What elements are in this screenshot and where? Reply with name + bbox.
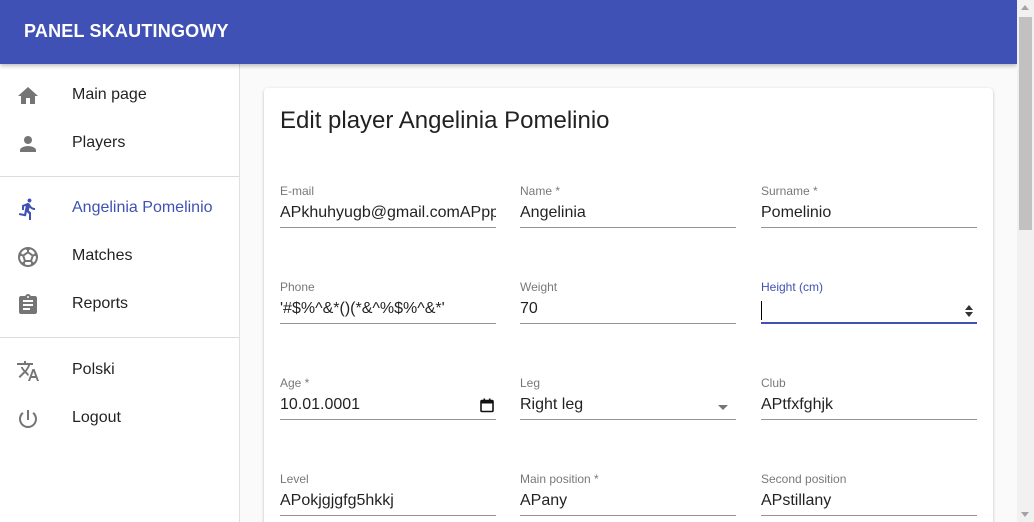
stepper-down-icon[interactable] bbox=[965, 312, 973, 317]
height-field[interactable]: Height (cm) bbox=[761, 280, 977, 328]
sidebar-item-label: Logout bbox=[72, 409, 121, 426]
surname-input[interactable]: Pomelinio bbox=[761, 204, 977, 226]
app-title: PANEL SKAUTINGOWY bbox=[24, 21, 229, 41]
email-field[interactable]: E-mail APkhuhyugb@gmail.comAPpp bbox=[280, 184, 496, 232]
translate-icon bbox=[16, 359, 40, 383]
field-underline bbox=[761, 515, 977, 516]
field-underline bbox=[520, 323, 736, 324]
email-input[interactable]: APkhuhyugb@gmail.comAPpp bbox=[280, 204, 496, 226]
club-label: Club bbox=[761, 376, 786, 390]
field-underline bbox=[520, 227, 736, 228]
page-scrollbar[interactable] bbox=[1017, 0, 1034, 522]
age-input[interactable]: 10.01.0001 bbox=[280, 396, 496, 418]
field-underline bbox=[520, 419, 736, 420]
sidebar-item-reports[interactable]: Reports bbox=[0, 281, 239, 329]
phone-field[interactable]: Phone '#$%^&*()(*&^%$%^&*' bbox=[280, 280, 496, 328]
second-position-label: Second position bbox=[761, 472, 847, 486]
level-input[interactable]: APokjgjgfg5hkkj bbox=[280, 492, 496, 514]
age-field[interactable]: Age * 10.01.0001 bbox=[280, 376, 496, 424]
field-underline bbox=[761, 419, 977, 420]
edit-player-card: Edit player Angelinia Pomelinio E-mail A… bbox=[264, 88, 993, 522]
chevron-down-icon[interactable] bbox=[718, 405, 728, 410]
sidebar: Main page Players Angelinia Pomelinio Ma… bbox=[0, 64, 240, 522]
name-field[interactable]: Name * Angelinia bbox=[520, 184, 736, 232]
height-label: Height (cm) bbox=[761, 280, 824, 294]
app-bar: PANEL SKAUTINGOWY bbox=[0, 0, 1017, 64]
soccer-ball-icon bbox=[16, 245, 40, 269]
sidebar-item-label: Reports bbox=[72, 295, 129, 312]
sidebar-divider bbox=[0, 337, 239, 338]
leg-select[interactable]: Leg Right leg bbox=[520, 376, 736, 424]
field-underline bbox=[520, 515, 736, 516]
sidebar-item-label: Angelinia Pomelinio bbox=[72, 199, 213, 216]
phone-input[interactable]: '#$%^&*()(*&^%$%^&*' bbox=[280, 300, 496, 322]
surname-label: Surname * bbox=[761, 184, 818, 198]
sidebar-item-label: Players bbox=[72, 134, 126, 151]
field-underline bbox=[761, 322, 977, 324]
weight-label: Weight bbox=[520, 280, 558, 294]
main-position-input[interactable]: APany bbox=[520, 492, 736, 514]
sidebar-item-label: Main page bbox=[72, 86, 147, 103]
second-position-input[interactable]: APstillany bbox=[761, 492, 977, 514]
leg-selected-value[interactable]: Right leg bbox=[520, 396, 736, 418]
home-icon bbox=[16, 84, 40, 108]
weight-input[interactable]: 70 bbox=[520, 300, 736, 322]
sidebar-item-label: Polski bbox=[72, 361, 115, 378]
scroll-down-icon[interactable] bbox=[1021, 512, 1029, 517]
sidebar-item-current-player[interactable]: Angelinia Pomelinio bbox=[0, 185, 239, 233]
name-input[interactable]: Angelinia bbox=[520, 204, 736, 226]
main-position-label: Main position * bbox=[520, 472, 599, 486]
surname-field[interactable]: Surname * Pomelinio bbox=[761, 184, 977, 232]
sidebar-divider bbox=[0, 176, 239, 177]
power-icon bbox=[16, 407, 40, 431]
running-person-icon bbox=[16, 197, 40, 221]
calendar-icon[interactable] bbox=[480, 398, 494, 413]
scroll-up-icon[interactable] bbox=[1021, 5, 1029, 10]
field-underline bbox=[280, 227, 496, 228]
sidebar-item-label: Matches bbox=[72, 247, 133, 264]
person-icon bbox=[16, 132, 40, 156]
number-stepper[interactable] bbox=[963, 303, 975, 319]
leg-label: Leg bbox=[520, 376, 541, 390]
club-input[interactable]: APtfxfghjk bbox=[761, 396, 977, 418]
club-field[interactable]: Club APtfxfghjk bbox=[761, 376, 977, 424]
text-caret bbox=[761, 301, 762, 320]
page-title: Edit player Angelinia Pomelinio bbox=[280, 107, 610, 134]
field-underline bbox=[280, 419, 496, 420]
age-label: Age * bbox=[280, 376, 310, 390]
name-label: Name * bbox=[520, 184, 561, 198]
sidebar-item-language[interactable]: Polski bbox=[0, 347, 239, 395]
sidebar-item-logout[interactable]: Logout bbox=[0, 395, 239, 443]
weight-field[interactable]: Weight 70 bbox=[520, 280, 736, 328]
stepper-up-icon[interactable] bbox=[965, 305, 973, 310]
height-input[interactable] bbox=[761, 300, 977, 322]
level-field[interactable]: Level APokjgjgfg5hkkj bbox=[280, 472, 496, 520]
field-underline bbox=[280, 323, 496, 324]
sidebar-item-main-page[interactable]: Main page bbox=[0, 72, 239, 120]
email-label: E-mail bbox=[280, 184, 315, 198]
clipboard-icon bbox=[16, 293, 40, 317]
sidebar-item-players[interactable]: Players bbox=[0, 120, 239, 168]
second-position-field[interactable]: Second position APstillany bbox=[761, 472, 977, 520]
field-underline bbox=[761, 227, 977, 228]
phone-label: Phone bbox=[280, 280, 315, 294]
level-label: Level bbox=[280, 472, 309, 486]
scrollbar-thumb[interactable] bbox=[1019, 17, 1032, 230]
sidebar-item-matches[interactable]: Matches bbox=[0, 233, 239, 281]
main-position-field[interactable]: Main position * APany bbox=[520, 472, 736, 520]
field-underline bbox=[280, 515, 496, 516]
